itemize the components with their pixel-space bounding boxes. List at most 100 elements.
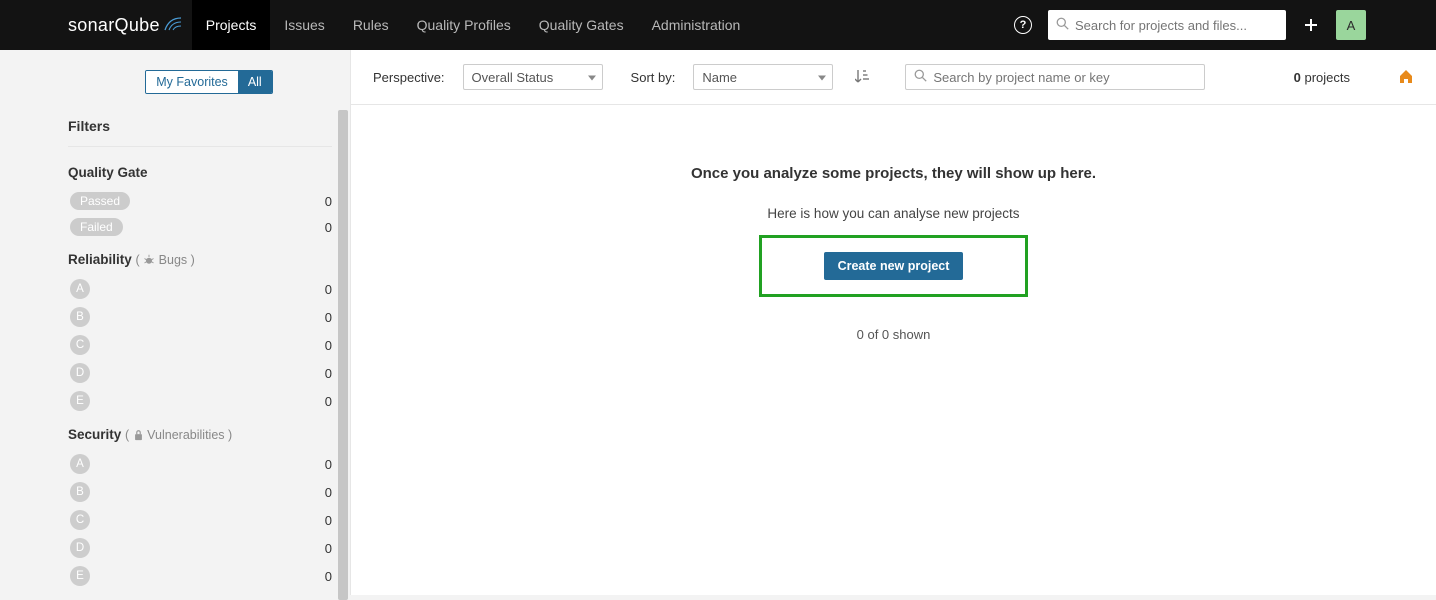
security-grade-d[interactable]: D0	[68, 536, 350, 560]
home-button[interactable]	[1398, 68, 1414, 87]
grade-badge: B	[70, 307, 90, 327]
project-search[interactable]	[905, 64, 1205, 90]
grade-badge: D	[70, 363, 90, 383]
toggle-all[interactable]: All	[238, 71, 272, 93]
sort-asc-icon	[855, 68, 869, 84]
projects-toolbar: Perspective: Overall Status Sort by: Nam…	[351, 50, 1436, 105]
toggle-my-favorites[interactable]: My Favorites	[146, 71, 238, 93]
brand-text-b: Qube	[115, 15, 160, 36]
grade-count: 0	[325, 569, 332, 584]
projects-count: 0 projects	[1294, 70, 1350, 85]
empty-subtext: Here is how you can analyse new projects	[371, 206, 1416, 221]
create-new-project-button[interactable]: Create new project	[824, 252, 964, 280]
brand-logo[interactable]: sonarQube	[68, 15, 182, 36]
perspective-value: Overall Status	[472, 70, 554, 85]
grade-badge: E	[70, 566, 90, 586]
search-icon	[1056, 17, 1069, 33]
grade-badge: D	[70, 538, 90, 558]
facet-qg-passed[interactable]: Passed 0	[68, 190, 350, 212]
security-grade-a[interactable]: A0	[68, 452, 350, 476]
lock-icon	[133, 429, 144, 441]
security-grade-b[interactable]: B0	[68, 480, 350, 504]
grade-count: 0	[325, 394, 332, 409]
chip-passed: Passed	[70, 192, 130, 210]
favorites-toggle-row: My Favorites All	[68, 70, 350, 94]
sort-value: Name	[702, 70, 737, 85]
grade-badge: C	[70, 510, 90, 530]
empty-state: Once you analyze some projects, they wil…	[351, 105, 1436, 362]
chevron-down-icon	[588, 70, 596, 85]
grade-badge: A	[70, 454, 90, 474]
security-grade-e[interactable]: E0	[68, 564, 350, 588]
grade-count: 0	[325, 541, 332, 556]
top-nav: sonarQube Projects Issues Rules Quality …	[0, 0, 1436, 50]
nav-items: Projects Issues Rules Quality Profiles Q…	[192, 0, 755, 50]
empty-heading: Once you analyze some projects, they wil…	[371, 165, 1416, 182]
facet-qg-failed[interactable]: Failed 0	[68, 216, 350, 238]
security-subtitle: ( Vulnerabilities )	[125, 428, 232, 442]
brand-text-a: sonar	[68, 15, 115, 36]
sidebar-scrollbar[interactable]	[338, 110, 348, 600]
filters-header: Filters	[68, 118, 332, 147]
reliability-grade-e[interactable]: E0	[68, 389, 350, 413]
favorites-toggle: My Favorites All	[145, 70, 272, 94]
home-icon	[1398, 68, 1414, 84]
projects-count-num: 0	[1294, 70, 1301, 85]
reliability-sub-text: Bugs	[159, 253, 188, 267]
nav-administration[interactable]: Administration	[638, 0, 755, 50]
reliability-grade-c[interactable]: C0	[68, 333, 350, 357]
cta-highlight-box: Create new project	[759, 235, 1029, 297]
avatar[interactable]: A	[1336, 10, 1366, 40]
shown-count: 0 of 0 shown	[371, 327, 1416, 342]
count-passed: 0	[325, 194, 332, 209]
nav-right: ? A	[1014, 10, 1436, 40]
global-search-input[interactable]	[1075, 18, 1278, 33]
main-panel: Perspective: Overall Status Sort by: Nam…	[350, 50, 1436, 595]
plus-icon	[1304, 18, 1318, 32]
perspective-select[interactable]: Overall Status	[463, 64, 603, 90]
reliability-grade-d[interactable]: D0	[68, 361, 350, 385]
count-failed: 0	[325, 220, 332, 235]
security-sub-text: Vulnerabilities	[147, 428, 224, 442]
nav-rules[interactable]: Rules	[339, 0, 403, 50]
search-icon	[914, 69, 927, 85]
bug-icon	[143, 254, 155, 266]
grade-count: 0	[325, 513, 332, 528]
chip-failed: Failed	[70, 218, 123, 236]
help-icon[interactable]: ?	[1014, 16, 1032, 34]
chevron-down-icon	[818, 70, 826, 85]
grade-count: 0	[325, 338, 332, 353]
project-search-input[interactable]	[933, 70, 1196, 85]
grade-badge: A	[70, 279, 90, 299]
sidebar: My Favorites All Filters Quality Gate Pa…	[0, 50, 350, 595]
security-title-text: Security	[68, 427, 121, 442]
logo-waves-icon	[164, 15, 182, 36]
grade-badge: E	[70, 391, 90, 411]
grade-count: 0	[325, 485, 332, 500]
facet-reliability-title[interactable]: Reliability ( Bugs )	[68, 252, 350, 267]
reliability-grade-b[interactable]: B0	[68, 305, 350, 329]
security-grade-c[interactable]: C0	[68, 508, 350, 532]
reliability-title-text: Reliability	[68, 252, 132, 267]
nav-issues[interactable]: Issues	[270, 0, 338, 50]
sort-direction-button[interactable]	[851, 68, 873, 87]
sort-label: Sort by:	[631, 70, 676, 85]
grade-badge: B	[70, 482, 90, 502]
page-layout: My Favorites All Filters Quality Gate Pa…	[0, 50, 1436, 595]
grade-count: 0	[325, 457, 332, 472]
sort-select[interactable]: Name	[693, 64, 833, 90]
grade-count: 0	[325, 282, 332, 297]
projects-count-label: projects	[1301, 70, 1350, 85]
facet-quality-gate-title[interactable]: Quality Gate	[68, 165, 350, 180]
nav-quality-profiles[interactable]: Quality Profiles	[403, 0, 525, 50]
nav-quality-gates[interactable]: Quality Gates	[525, 0, 638, 50]
create-button[interactable]	[1296, 10, 1326, 40]
global-search[interactable]	[1048, 10, 1286, 40]
nav-projects[interactable]: Projects	[192, 0, 271, 50]
reliability-grade-a[interactable]: A0	[68, 277, 350, 301]
grade-count: 0	[325, 310, 332, 325]
grade-badge: C	[70, 335, 90, 355]
grade-count: 0	[325, 366, 332, 381]
facet-security-title[interactable]: Security ( Vulnerabilities )	[68, 427, 350, 442]
reliability-subtitle: ( Bugs )	[136, 253, 195, 267]
